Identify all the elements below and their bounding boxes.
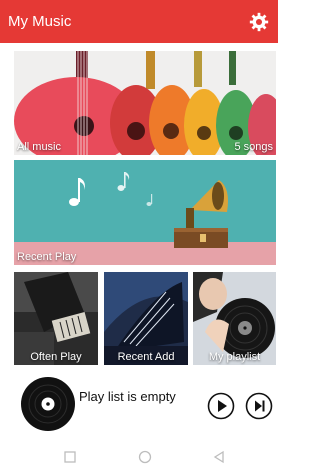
mini-player: Play list is empty: [0, 370, 278, 438]
system-nav-bar: [0, 440, 278, 472]
all-music-tile[interactable]: All music 5 songs: [14, 51, 276, 155]
often-play-label: Often Play: [30, 351, 82, 363]
playlist-status: Play list is empty: [79, 389, 176, 404]
square-icon[interactable]: [63, 450, 77, 464]
triangle-back-icon[interactable]: [212, 450, 226, 464]
circle-icon[interactable]: [138, 450, 152, 464]
recent-add-tile[interactable]: Recent Add: [104, 272, 188, 365]
skip-next-icon[interactable]: [245, 392, 273, 420]
my-playlist-label: My playlist: [208, 351, 261, 363]
app-title: My Music: [8, 13, 72, 30]
song-count: 5 songs: [234, 141, 273, 153]
recent-play-tile[interactable]: Recent Play: [14, 160, 276, 265]
play-icon[interactable]: [207, 392, 235, 420]
often-play-tile[interactable]: Often Play: [14, 272, 98, 365]
gramophone-illustration: [14, 160, 276, 265]
recent-play-label: Recent Play: [17, 251, 77, 263]
album-disc-icon[interactable]: [20, 376, 76, 432]
my-playlist-tile[interactable]: My playlist: [193, 272, 276, 365]
ukulele-illustration: [14, 51, 276, 155]
all-music-label: All music: [17, 141, 62, 153]
app-bar: My Music: [0, 0, 278, 43]
recent-add-label: Recent Add: [117, 351, 175, 363]
gear-icon[interactable]: [248, 11, 270, 33]
